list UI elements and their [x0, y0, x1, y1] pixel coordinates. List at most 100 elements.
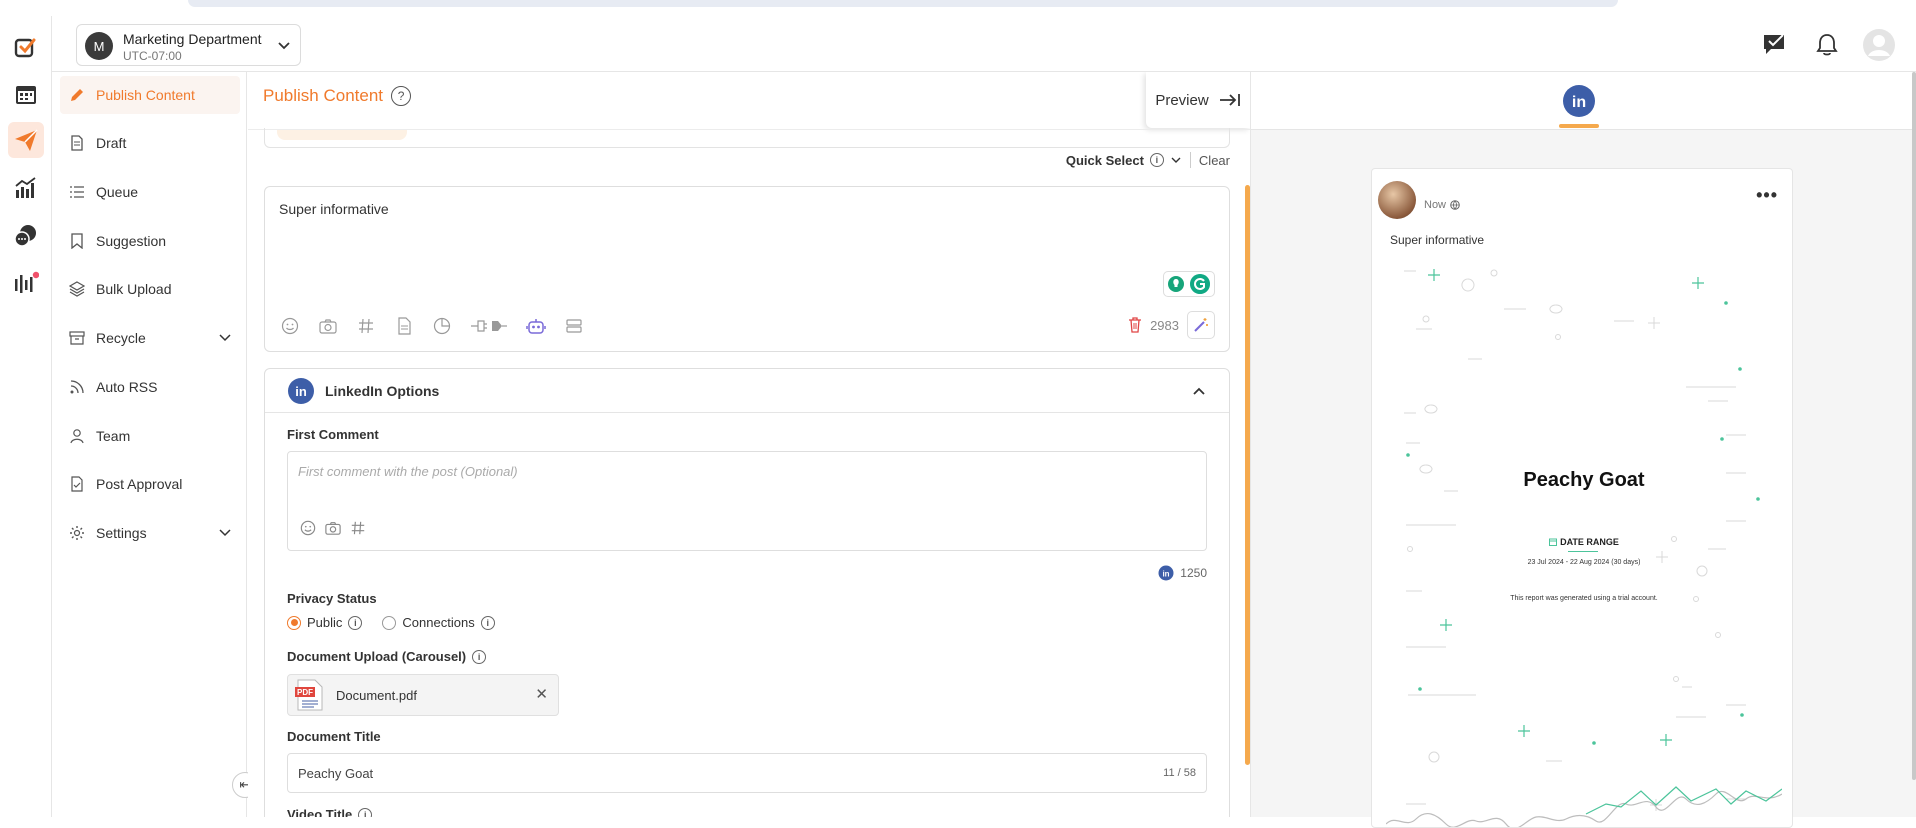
workspace-timezone: UTC-07:00 [123, 49, 182, 63]
sidebar-item-suggestion[interactable]: Suggestion [60, 222, 240, 260]
info-icon[interactable]: i [480, 615, 495, 630]
post-editor[interactable]: Super informative 2983 [264, 186, 1230, 352]
sidebar-item-post-approval[interactable]: Post Approval [60, 465, 240, 503]
plug-icon[interactable] [469, 315, 509, 337]
camera-icon[interactable] [317, 315, 339, 337]
bell-icon[interactable] [1810, 28, 1844, 62]
grammarly-icon [1190, 274, 1210, 294]
calendar-icon[interactable] [8, 76, 44, 112]
chevron-down-icon [278, 42, 290, 50]
svg-text:PDF: PDF [297, 688, 313, 697]
send-icon[interactable] [8, 122, 44, 158]
layout-icon[interactable] [563, 315, 585, 337]
camera-icon[interactable] [324, 520, 342, 541]
document-upload-label: Document Upload (Carousel) [287, 649, 467, 664]
svg-text:in: in [1572, 94, 1586, 111]
video-title-label-row: Video Title i [287, 807, 373, 817]
arrow-right-bar-icon [1219, 94, 1240, 106]
audio-icon[interactable] [8, 266, 44, 302]
privacy-public-radio[interactable] [287, 615, 301, 630]
chevron-up-icon[interactable] [1191, 383, 1207, 399]
sidebar-item-recycle[interactable]: Recycle [60, 319, 240, 357]
quick-select-label[interactable]: Quick Select [1066, 153, 1144, 168]
sidebar-item-publish-content[interactable]: Publish Content [60, 76, 240, 114]
sidebar-item-label: Queue [96, 184, 139, 200]
help-icon[interactable]: ? [391, 86, 412, 106]
sidebar-item-label: Publish Content [96, 87, 195, 103]
messages-icon[interactable] [1758, 28, 1792, 62]
chevron-down-icon [219, 529, 231, 537]
info-icon[interactable]: i [472, 649, 487, 664]
pie-chart-icon[interactable] [431, 315, 453, 337]
video-title-label: Video Title [287, 807, 353, 817]
grammarly-widget[interactable] [1163, 271, 1215, 297]
workspace-selector[interactable]: M Marketing Department UTC-07:00 [76, 24, 301, 66]
preview-pane: in Now ••• Super informative Peachy Goat… [1250, 72, 1916, 828]
privacy-public-label[interactable]: Public [307, 615, 342, 630]
analytics-icon[interactable] [8, 170, 44, 206]
lightbulb-icon [1168, 276, 1184, 292]
document-icon [68, 134, 86, 152]
document-upload-label-row: Document Upload (Carousel) i [287, 649, 487, 664]
sidebar-item-label: Team [96, 428, 131, 444]
hashtag-icon[interactable] [350, 520, 366, 541]
document-title-input[interactable]: Peachy Goat 11 / 58 [287, 753, 1207, 793]
clear-button[interactable]: Clear [1199, 153, 1230, 168]
first-comment-field[interactable]: First comment with the post (Optional) [287, 451, 1207, 551]
document-title-value[interactable]: Peachy Goat [298, 766, 373, 781]
info-icon[interactable]: i [348, 615, 363, 630]
char-count: 2983 [1150, 317, 1179, 333]
privacy-connections-label[interactable]: Connections [402, 615, 474, 630]
chat-icon[interactable] [8, 218, 44, 254]
trash-icon[interactable] [1128, 317, 1142, 333]
emoji-icon[interactable] [279, 315, 301, 337]
gear-icon [68, 524, 86, 542]
chevron-down-icon[interactable] [1170, 154, 1182, 166]
page-scrollbar[interactable] [1912, 72, 1916, 780]
post-text[interactable]: Super informative [279, 201, 389, 217]
top-bar-pill [188, 0, 1618, 7]
chevron-down-icon [219, 334, 231, 342]
sidebar-item-label: Draft [96, 135, 127, 151]
privacy-connections-radio[interactable] [382, 615, 397, 630]
robot-icon[interactable] [525, 315, 547, 337]
pdf-file-icon: PDF [295, 679, 323, 711]
sidebar-item-label: Auto RSS [96, 379, 158, 395]
preview-button[interactable]: Preview [1146, 72, 1250, 128]
remove-document-button[interactable]: ✕ [535, 685, 548, 703]
magic-wand-icon [1194, 318, 1208, 332]
info-icon[interactable]: i [1149, 153, 1164, 167]
browser-top-strip [0, 0, 1916, 16]
emoji-icon[interactable] [300, 520, 316, 541]
linkedin-icon: in [1563, 85, 1595, 117]
top-header: M Marketing Department UTC-07:00 [52, 16, 1916, 72]
more-options-icon[interactable]: ••• [1756, 185, 1778, 206]
quick-select-bar: Quick Select i Clear [1066, 152, 1230, 168]
logo-icon[interactable] [8, 30, 44, 66]
document-icon[interactable] [393, 315, 415, 337]
sidebar-item-auto-rss[interactable]: Auto RSS [60, 368, 240, 406]
hashtag-icon[interactable] [355, 315, 377, 337]
sidebar-item-queue[interactable]: Queue [60, 173, 240, 211]
date-range-underline [1568, 551, 1598, 552]
magic-wand-button[interactable] [1187, 311, 1215, 339]
sidebar-item-bulk-upload[interactable]: Bulk Upload [60, 270, 240, 308]
info-icon[interactable]: i [358, 807, 373, 817]
sidebar-item-draft[interactable]: Draft [60, 124, 240, 162]
post-time-text: Now [1424, 199, 1447, 211]
sidebar-item-settings[interactable]: Settings [60, 514, 240, 552]
document-carousel-preview[interactable]: Peachy Goat DATE RANGE 23 Jul 2024 - 22 … [1386, 259, 1782, 827]
sidebar-item-label: Suggestion [96, 233, 167, 249]
tab-linkedin-preview[interactable]: in [1559, 84, 1599, 128]
profile-avatar[interactable] [1862, 28, 1896, 62]
pencil-icon [68, 86, 86, 104]
document-date-range-label: DATE RANGE [1386, 537, 1782, 547]
first-comment-counter: in 1250 [1158, 565, 1207, 581]
sidebar-item-label: Post Approval [96, 476, 183, 492]
linkedin-post-preview: Now ••• Super informative Peachy Goat DA… [1371, 168, 1793, 828]
document-title-counter: 11 / 58 [1163, 767, 1196, 779]
sidebar-item-team[interactable]: Team [60, 417, 240, 455]
linkedin-options-header[interactable]: in LinkedIn Options [265, 369, 1229, 413]
post-time: Now [1424, 199, 1460, 211]
character-counter: 2983 [1128, 317, 1179, 333]
